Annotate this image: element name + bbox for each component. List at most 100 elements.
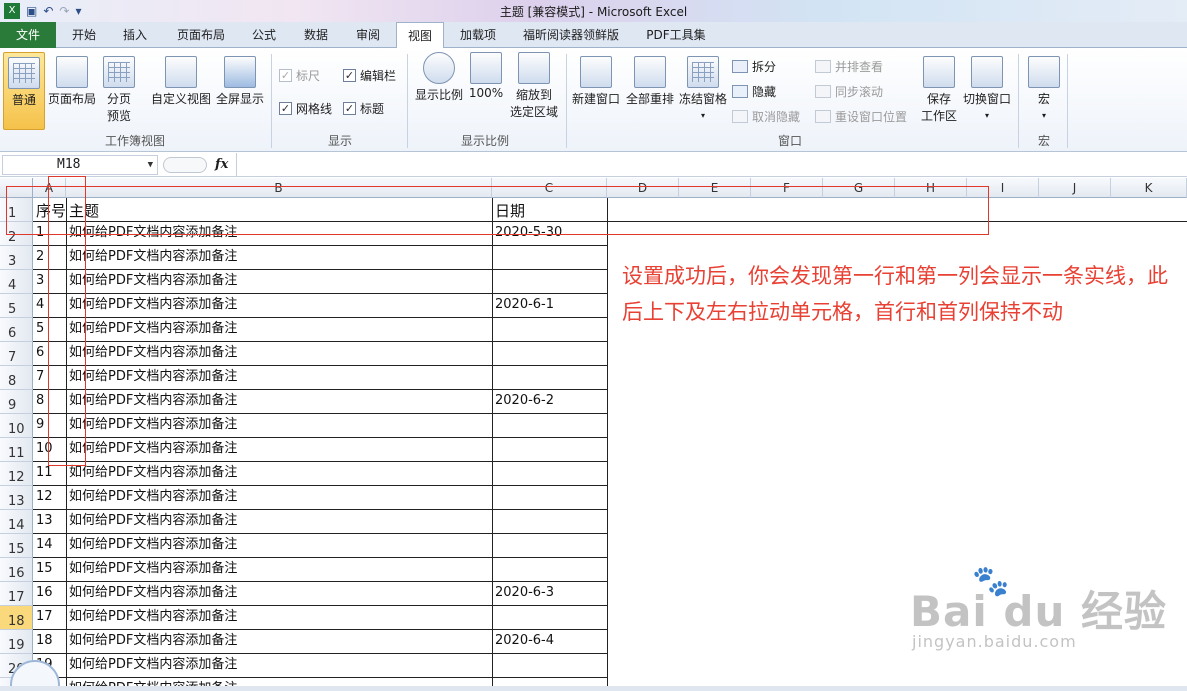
cell-a-row[interactable]: 7: [33, 366, 66, 390]
cell-c-row[interactable]: [492, 246, 607, 270]
cell-a-row[interactable]: 5: [33, 318, 66, 342]
cell-a-row[interactable]: 9: [33, 414, 66, 438]
row-header[interactable]: 13: [0, 486, 33, 510]
cell-b-row[interactable]: 如何给PDF文档内容添加备注: [66, 558, 492, 582]
cell-c-row[interactable]: 2020-6-2: [492, 390, 607, 414]
tab-data[interactable]: 数据: [294, 22, 338, 48]
cell-b-row[interactable]: 如何给PDF文档内容添加备注: [66, 222, 492, 246]
column-header-e[interactable]: E: [679, 178, 751, 198]
tab-formulas[interactable]: 公式: [242, 22, 286, 48]
cell-c-row[interactable]: [492, 534, 607, 558]
cell-a-row[interactable]: 15: [33, 558, 66, 582]
cell-c-row[interactable]: [492, 606, 607, 630]
cell-a-row[interactable]: 2: [33, 246, 66, 270]
cell-a-row[interactable]: 8: [33, 390, 66, 414]
row-header[interactable]: 16: [0, 558, 33, 582]
row-header[interactable]: 3: [0, 246, 33, 270]
tab-addins[interactable]: 加载项: [452, 22, 504, 48]
tab-pdf-tools[interactable]: PDF工具集: [638, 22, 714, 48]
cell-a-row[interactable]: 12: [33, 486, 66, 510]
cell-b-row[interactable]: 如何给PDF文档内容添加备注: [66, 414, 492, 438]
tab-view[interactable]: 视图: [396, 22, 444, 49]
cell-b-row[interactable]: 如何给PDF文档内容添加备注: [66, 486, 492, 510]
arrange-all-button[interactable]: 全部重排: [624, 56, 676, 107]
row-header[interactable]: 10: [0, 414, 33, 438]
name-box[interactable]: M18 ▼: [2, 155, 158, 175]
cell-a-row[interactable]: 16: [33, 582, 66, 606]
cell-b-row[interactable]: 如何给PDF文档内容添加备注: [66, 630, 492, 654]
cell-a-row[interactable]: 14: [33, 534, 66, 558]
column-header-f[interactable]: F: [751, 178, 823, 198]
column-header-d[interactable]: D: [607, 178, 679, 198]
cell-b-row[interactable]: 如何给PDF文档内容添加备注: [66, 510, 492, 534]
cell-c-row[interactable]: [492, 558, 607, 582]
cell-c-row[interactable]: [492, 654, 607, 678]
horizontal-scrollbar[interactable]: [0, 686, 1187, 691]
formula-input[interactable]: [240, 155, 1180, 175]
cell-b-row[interactable]: 如何给PDF文档内容添加备注: [66, 534, 492, 558]
cell-b-row[interactable]: 如何给PDF文档内容添加备注: [66, 270, 492, 294]
cell-b-row[interactable]: 如何给PDF文档内容添加备注: [66, 342, 492, 366]
cell-b-row[interactable]: 如何给PDF文档内容添加备注: [66, 462, 492, 486]
freeze-panes-button[interactable]: 冻结窗格 ▾: [677, 56, 729, 121]
tab-page-layout[interactable]: 页面布局: [166, 22, 236, 48]
cell-c-row[interactable]: [492, 366, 607, 390]
row-header[interactable]: 12: [0, 462, 33, 486]
column-header-k[interactable]: K: [1111, 178, 1187, 198]
column-header-g[interactable]: G: [823, 178, 895, 198]
column-header-c[interactable]: C: [492, 178, 607, 198]
cell-b-row[interactable]: 如何给PDF文档内容添加备注: [66, 366, 492, 390]
cell-a-row[interactable]: 6: [33, 342, 66, 366]
tab-insert[interactable]: 插入: [112, 22, 158, 48]
row-header[interactable]: 4: [0, 270, 33, 294]
save-workspace-button[interactable]: 保存 工作区: [918, 56, 960, 124]
cell-a-row[interactable]: 18: [33, 630, 66, 654]
cell-a-row[interactable]: 11: [33, 462, 66, 486]
gridlines-checkbox[interactable]: ✓ 网格线: [279, 100, 332, 117]
split-button[interactable]: 拆分: [732, 58, 776, 75]
cell-b-row[interactable]: 如何给PDF文档内容添加备注: [66, 606, 492, 630]
cell-b-row[interactable]: 如何给PDF文档内容添加备注: [66, 318, 492, 342]
column-header-j[interactable]: J: [1039, 178, 1111, 198]
column-header-a[interactable]: A: [33, 178, 66, 198]
reset-window-position-button[interactable]: 重设窗口位置: [815, 108, 907, 125]
row-header[interactable]: 5: [0, 294, 33, 318]
cell-a-row[interactable]: 3: [33, 270, 66, 294]
full-screen-button[interactable]: 全屏显示: [214, 56, 266, 107]
tab-review[interactable]: 审阅: [346, 22, 390, 48]
headings-checkbox[interactable]: ✓ 标题: [343, 100, 384, 117]
cell-c-row[interactable]: 2020-6-1: [492, 294, 607, 318]
zoom-to-selection-button[interactable]: 缩放到 选定区域: [506, 52, 562, 120]
row-header[interactable]: 6: [0, 318, 33, 342]
cell-c-row[interactable]: [492, 342, 607, 366]
column-header-i[interactable]: I: [967, 178, 1039, 198]
cell-a-row[interactable]: 4: [33, 294, 66, 318]
cell-c-row[interactable]: [492, 414, 607, 438]
select-all-corner[interactable]: [0, 178, 33, 198]
row-header[interactable]: 19: [0, 630, 33, 654]
formula-resize-handle[interactable]: [163, 157, 207, 173]
cell-b-row[interactable]: 主题: [66, 198, 492, 222]
cell-c-row[interactable]: [492, 318, 607, 342]
cell-b-row[interactable]: 如何给PDF文档内容添加备注: [66, 654, 492, 678]
row-header[interactable]: 18: [0, 606, 33, 630]
zoom-button[interactable]: 显示比例: [412, 52, 466, 103]
cell-b-row[interactable]: 如何给PDF文档内容添加备注: [66, 582, 492, 606]
cell-c-row[interactable]: [492, 438, 607, 462]
cell-a-row[interactable]: 17: [33, 606, 66, 630]
page-break-preview-button[interactable]: 分页 预览: [100, 56, 138, 124]
cell-b-row[interactable]: 如何给PDF文档内容添加备注: [66, 438, 492, 462]
tab-file[interactable]: 文件: [0, 22, 56, 48]
cell-c-row[interactable]: [492, 510, 607, 534]
cell-a-row[interactable]: 10: [33, 438, 66, 462]
cell-c-row[interactable]: 2020-6-3: [492, 582, 607, 606]
row-header[interactable]: 2: [0, 222, 33, 246]
cell-b-row[interactable]: 如何给PDF文档内容添加备注: [66, 246, 492, 270]
insert-function-icon[interactable]: fx: [215, 157, 228, 172]
macros-button[interactable]: 宏 ▾: [1025, 56, 1063, 121]
row-header[interactable]: 14: [0, 510, 33, 534]
cell-b-row[interactable]: 如何给PDF文档内容添加备注: [66, 294, 492, 318]
column-header-h[interactable]: H: [895, 178, 967, 198]
normal-view-button[interactable]: 普通: [3, 52, 45, 130]
formula-bar-checkbox[interactable]: ✓ 编辑栏: [343, 67, 396, 84]
